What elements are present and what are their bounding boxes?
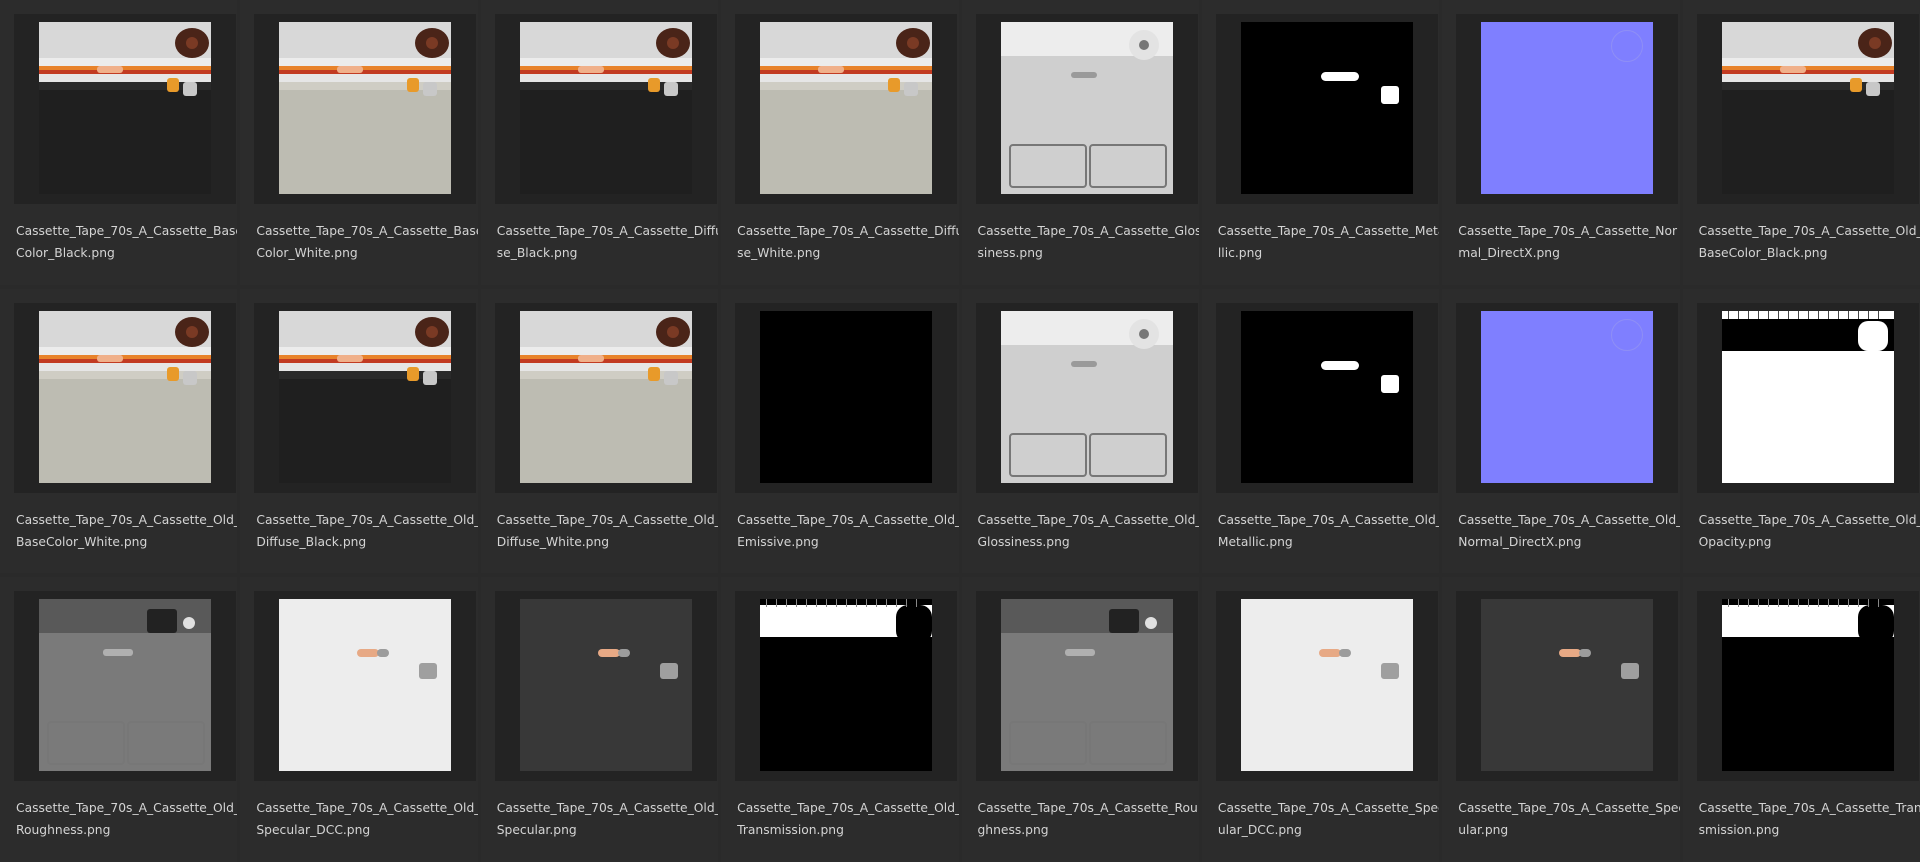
file-name-label: Cassette_Tape_70s_A_Cassette_Old_Diffuse… <box>496 512 719 549</box>
file-tile[interactable]: Cassette_Tape_70s_A_Cassette_Diffuse_Whi… <box>721 0 959 285</box>
file-tile[interactable]: Cassette_Tape_70s_A_Cassette_Transmissio… <box>1682 577 1920 862</box>
file-tile[interactable]: Cassette_Tape_70s_A_Cassette_Old_Metalli… <box>1201 288 1440 574</box>
thumbnail-frame <box>975 14 1198 204</box>
file-tile[interactable]: Cassette_Tape_70s_A_Cassette_Old_BaseCol… <box>0 288 238 574</box>
thumbnail-frame <box>1215 302 1438 493</box>
file-name-label: Cassette_Tape_70s_A_Cassette_BaseColor_B… <box>16 224 238 260</box>
texture-thumbnail <box>1721 599 1894 772</box>
file-name-label: Cassette_Tape_70s_A_Cassette_Old_Metalli… <box>1217 512 1440 549</box>
texture-thumbnail <box>1481 599 1654 772</box>
file-name-label: Cassette_Tape_70s_A_Cassette_Old_Normal_… <box>1458 512 1680 549</box>
file-tile[interactable]: Cassette_Tape_70s_A_Cassette_Specular_DC… <box>1201 577 1440 862</box>
file-name-label: Cassette_Tape_70s_A_Cassette_Old_BaseCol… <box>16 512 238 549</box>
texture-thumbnail <box>760 22 933 194</box>
thumbnail-frame <box>14 302 236 493</box>
file-name-label: Cassette_Tape_70s_A_Cassette_Glossiness.… <box>977 224 1199 260</box>
thumbnail-frame <box>735 591 958 782</box>
thumbnail-frame <box>14 14 236 204</box>
file-name-label: Cassette_Tape_70s_A_Cassette_Roughness.p… <box>977 801 1198 838</box>
texture-thumbnail <box>1721 310 1894 483</box>
file-tile[interactable]: Cassette_Tape_70s_A_Cassette_Old_Emissiv… <box>721 288 959 574</box>
file-name-label: Cassette_Tape_70s_A_Cassette_Old_BaseCol… <box>1698 224 1920 260</box>
texture-thumbnail <box>1240 599 1413 772</box>
file-name-label: Cassette_Tape_70s_A_Cassette_Specular.pn… <box>1458 801 1680 838</box>
file-name-label: Cassette_Tape_70s_A_Cassette_Diffuse_Whi… <box>737 224 959 260</box>
thumbnail-frame <box>735 14 958 204</box>
texture-thumbnail <box>1481 310 1654 483</box>
file-name-label: Cassette_Tape_70s_A_Cassette_Metallic.pn… <box>1217 224 1440 260</box>
thumbnail-frame <box>1456 591 1679 782</box>
thumbnail-frame <box>494 14 717 204</box>
texture-thumbnail <box>1240 22 1413 194</box>
file-name-label: Cassette_Tape_70s_A_Cassette_Old_Diffuse… <box>256 512 478 549</box>
thumbnail-frame <box>1696 14 1919 204</box>
file-name-label: Cassette_Tape_70s_A_Cassette_Diffuse_Bla… <box>496 224 719 260</box>
file-tile[interactable]: Cassette_Tape_70s_A_Cassette_Old_Glossin… <box>961 288 1199 574</box>
file-tile[interactable]: Cassette_Tape_70s_A_Cassette_Old_Normal_… <box>1442 288 1680 574</box>
file-tile[interactable]: Cassette_Tape_70s_A_Cassette_Old_Diffuse… <box>480 288 719 574</box>
texture-thumbnail <box>1000 599 1173 772</box>
file-tile[interactable]: Cassette_Tape_70s_A_Cassette_Specular.pn… <box>1442 577 1680 862</box>
file-tile[interactable]: Cassette_Tape_70s_A_Cassette_Diffuse_Bla… <box>480 0 719 285</box>
texture-thumbnail <box>1000 310 1173 483</box>
texture-thumbnail <box>279 22 452 194</box>
thumbnail-frame <box>494 591 717 782</box>
texture-thumbnail <box>760 599 933 772</box>
file-tile[interactable]: Cassette_Tape_70s_A_Cassette_Old_BaseCol… <box>1682 0 1920 285</box>
thumbnail-frame <box>1215 14 1438 204</box>
file-tile[interactable]: Cassette_Tape_70s_A_Cassette_BaseColor_W… <box>240 0 478 285</box>
file-name-label: Cassette_Tape_70s_A_Cassette_Old_Specula… <box>256 801 478 838</box>
file-name-label: Cassette_Tape_70s_A_Cassette_BaseColor_W… <box>256 224 478 260</box>
file-name-label: Cassette_Tape_70s_A_Cassette_Old_Specula… <box>496 801 719 838</box>
file-tile[interactable]: Cassette_Tape_70s_A_Cassette_BaseColor_B… <box>0 0 238 285</box>
file-name-label: Cassette_Tape_70s_A_Cassette_Old_Opacity… <box>1698 512 1920 549</box>
file-name-label: Cassette_Tape_70s_A_Cassette_Old_Transmi… <box>737 801 959 838</box>
texture-thumbnail <box>279 599 452 772</box>
file-name-label: Cassette_Tape_70s_A_Cassette_Normal_Dire… <box>1458 224 1678 260</box>
file-name-label: Cassette_Tape_70s_A_Cassette_Transmissio… <box>1698 801 1920 838</box>
texture-thumbnail <box>760 310 933 483</box>
thumbnail-frame <box>1456 14 1679 204</box>
file-tile[interactable]: Cassette_Tape_70s_A_Cassette_Glossiness.… <box>961 0 1199 285</box>
file-tile[interactable]: Cassette_Tape_70s_A_Cassette_Roughness.p… <box>961 577 1199 862</box>
thumbnail-frame <box>735 302 958 493</box>
texture-thumbnail <box>519 310 692 483</box>
file-tile[interactable]: Cassette_Tape_70s_A_Cassette_Old_Roughne… <box>0 577 238 862</box>
file-tile[interactable]: Cassette_Tape_70s_A_Cassette_Old_Specula… <box>240 577 478 862</box>
file-tile[interactable]: Cassette_Tape_70s_A_Cassette_Old_Opacity… <box>1682 288 1920 574</box>
texture-thumbnail <box>519 22 692 194</box>
texture-thumbnail <box>1000 22 1173 194</box>
thumbnail-frame <box>254 302 477 493</box>
file-tile[interactable]: Cassette_Tape_70s_A_Cassette_Old_Specula… <box>480 577 719 862</box>
texture-thumbnail <box>1240 310 1413 483</box>
texture-thumbnail <box>1481 22 1654 194</box>
thumbnail-frame <box>14 591 236 782</box>
thumbnail-frame <box>1215 591 1438 782</box>
thumbnail-frame <box>1696 302 1919 493</box>
file-name-label: Cassette_Tape_70s_A_Cassette_Old_Emissiv… <box>737 512 959 549</box>
file-tile[interactable]: Cassette_Tape_70s_A_Cassette_Metallic.pn… <box>1201 0 1440 285</box>
file-name-label: Cassette_Tape_70s_A_Cassette_Specular_DC… <box>1217 801 1440 838</box>
file-tile[interactable]: Cassette_Tape_70s_A_Cassette_Normal_Dire… <box>1442 0 1680 285</box>
thumbnail-frame <box>254 14 477 204</box>
file-tile[interactable]: Cassette_Tape_70s_A_Cassette_Old_Transmi… <box>721 577 959 862</box>
thumbnail-frame <box>254 591 477 782</box>
texture-thumbnail <box>519 599 692 772</box>
file-tile[interactable]: Cassette_Tape_70s_A_Cassette_Old_Diffuse… <box>240 288 478 574</box>
texture-thumbnail <box>1721 22 1894 194</box>
texture-thumbnail <box>279 310 452 483</box>
texture-thumbnail <box>39 599 211 772</box>
thumbnail-frame <box>1456 302 1679 493</box>
texture-thumbnail <box>39 310 211 483</box>
thumbnail-frame <box>494 302 717 493</box>
thumbnail-frame <box>1696 591 1919 782</box>
file-name-label: Cassette_Tape_70s_A_Cassette_Old_Glossin… <box>977 512 1199 549</box>
thumbnail-frame <box>975 302 1198 493</box>
texture-thumbnail <box>39 22 211 194</box>
file-name-label: Cassette_Tape_70s_A_Cassette_Old_Roughne… <box>16 801 238 838</box>
file-thumbnail-grid: Cassette_Tape_70s_A_Cassette_BaseColor_B… <box>0 0 1920 862</box>
thumbnail-frame <box>975 591 1198 782</box>
